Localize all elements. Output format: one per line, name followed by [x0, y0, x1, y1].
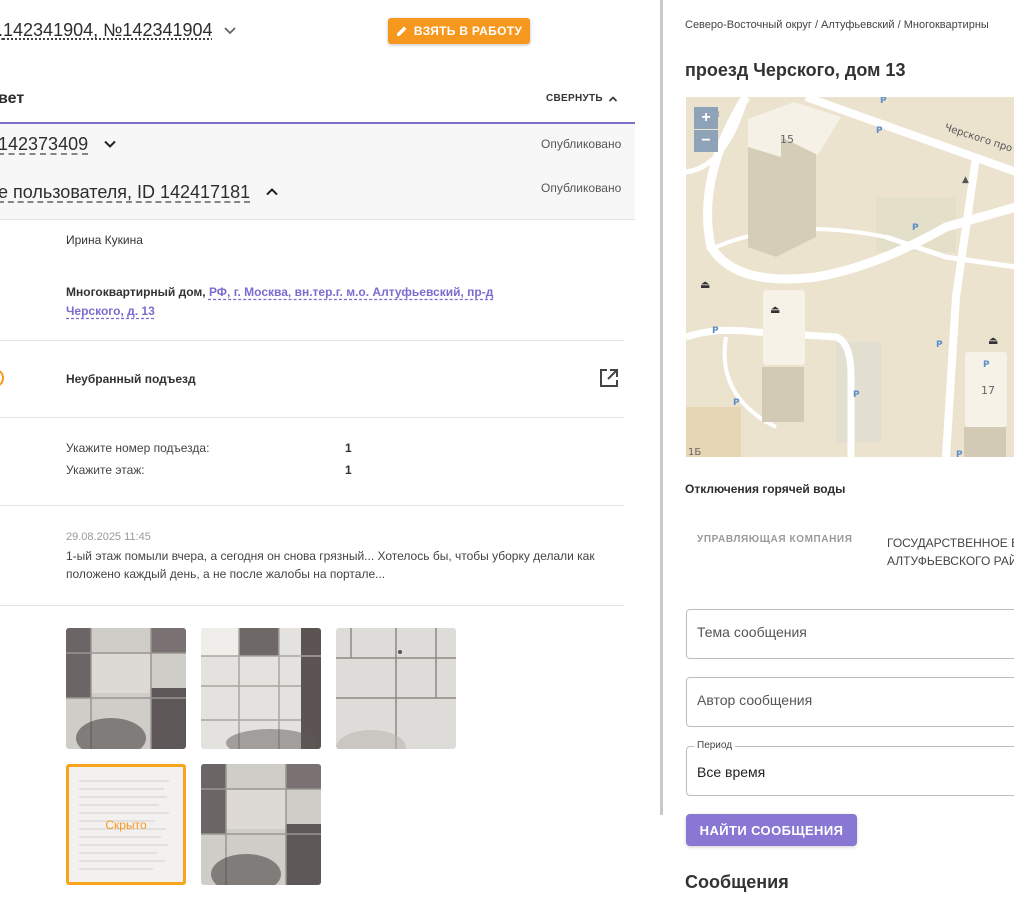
svg-text:17: 17 [981, 384, 995, 397]
svg-text:⏏: ⏏ [988, 334, 998, 347]
chevron-up-icon[interactable] [265, 185, 279, 199]
zoom-out-button[interactable]: − [694, 130, 718, 152]
floor-photo [66, 628, 186, 749]
svg-text:15: 15 [780, 133, 794, 146]
messages-title: Сообщения [685, 872, 789, 892]
pencil-icon [396, 26, 407, 36]
svg-text:⏏: ⏏ [770, 303, 780, 316]
answer-section-title: вет [0, 90, 25, 107]
divider [0, 417, 624, 418]
answer-row-id[interactable]: е пользователя, ID 142417181 [0, 182, 250, 203]
divider [0, 505, 624, 506]
question-label: Укажите этаж: [66, 463, 145, 477]
find-messages-button[interactable]: НАЙТИ СООБЩЕНИЯ [686, 814, 857, 846]
svg-text:⏏: ⏏ [700, 278, 710, 291]
collapse-label: СВЕРНУТЬ [546, 93, 603, 104]
object-panel: Северо-Восточный округ / Алтуфьевский / … [663, 0, 1014, 900]
take-to-work-button[interactable]: ВЗЯТЬ В РАБОТУ [388, 18, 530, 44]
subject-input[interactable] [697, 624, 997, 640]
hidden-label: Скрыто [105, 817, 147, 832]
svg-text:▲: ▲ [962, 175, 969, 185]
divider [0, 340, 624, 341]
zoom-in-button[interactable]: + [694, 107, 718, 129]
floor-photo [201, 764, 321, 885]
subject-field[interactable] [686, 609, 1014, 659]
photo-thumbnail[interactable] [201, 628, 321, 749]
period-select[interactable]: Период Все время [686, 740, 1014, 796]
svg-text:P: P [876, 126, 883, 136]
photo-thumbnail[interactable] [201, 764, 321, 885]
management-company-value: ГОСУДАРСТВЕННОЕ Б АЛТУФЬЕВСКОГО РАЙ [887, 536, 1014, 568]
divider [0, 605, 624, 606]
map-tiles: P P P P P P P P P ⏏ ⏏ ⏏ ▲ ΙΙΙΙΙ Черского… [686, 97, 1014, 457]
svg-text:P: P [880, 97, 887, 106]
hidden-photo-thumbnail[interactable]: Скрыто [66, 764, 186, 885]
answer-row-id[interactable]: 142373409 [0, 134, 88, 155]
map-zoom-controls: + − [694, 107, 718, 152]
object-address: Многоквартирный дом, РФ, г. Москва, вн.т… [66, 283, 506, 321]
photo-thumbnail[interactable] [336, 628, 456, 749]
floor-photo [336, 628, 456, 749]
comment-date: 29.08.2025 11:45 [66, 531, 151, 543]
svg-text:P: P [983, 360, 990, 370]
question-value: 1 [345, 463, 352, 477]
ticket-ids-title[interactable]: .142341904, №142341904 [0, 20, 213, 41]
management-company-label: УПРАВЛЯЮЩАЯ КОМПАНИЯ [697, 534, 853, 545]
question-value: 1 [345, 441, 352, 455]
period-value: Все время [697, 764, 766, 780]
svg-text:P: P [936, 340, 943, 350]
take-to-work-label: ВЗЯТЬ В РАБОТУ [413, 24, 523, 38]
external-link-icon[interactable] [598, 367, 620, 389]
comment-text: 1-ый этаж помыли вчера, а сегодня он сно… [66, 549, 595, 581]
warning-icon [0, 370, 4, 386]
answer-row-status: Опубликовано [541, 137, 622, 151]
svg-text:P: P [853, 390, 860, 400]
author-field[interactable] [686, 677, 1014, 727]
ticket-panel: .142341904, №142341904 ВЗЯТЬ В РАБОТУ ве… [0, 0, 662, 900]
svg-text:1Б: 1Б [688, 447, 701, 457]
question-label: Укажите номер подъезда: [66, 441, 210, 455]
address-title: проезд Черского, дом 13 [685, 60, 906, 80]
hot-water-outages-title: Отключения горячей воды [685, 482, 846, 496]
address-type: Многоквартирный дом, [66, 285, 206, 299]
svg-text:P: P [733, 398, 740, 408]
collapse-button[interactable]: СВЕРНУТЬ [546, 93, 618, 104]
floor-photo [201, 628, 321, 749]
svg-text:P: P [956, 450, 963, 457]
author-name: Ирина Кукина [66, 233, 143, 247]
svg-text:P: P [912, 223, 919, 233]
map-view[interactable]: P P P P P P P P P ⏏ ⏏ ⏏ ▲ ΙΙΙΙΙ Черского… [686, 97, 1014, 457]
answer-row-status: Опубликовано [541, 181, 622, 195]
author-input[interactable] [697, 692, 997, 708]
problem-title: Неубранный подъезд [66, 372, 196, 386]
chevron-down-icon[interactable] [103, 137, 117, 151]
answers-header-band [0, 124, 635, 220]
period-label: Период [694, 740, 736, 751]
breadcrumb: Северо-Восточный округ / Алтуфьевский / … [685, 19, 989, 31]
photo-thumbnail[interactable] [66, 628, 186, 749]
chevron-up-icon [608, 95, 617, 102]
svg-text:P: P [712, 326, 719, 336]
chevron-down-icon[interactable] [222, 22, 238, 38]
